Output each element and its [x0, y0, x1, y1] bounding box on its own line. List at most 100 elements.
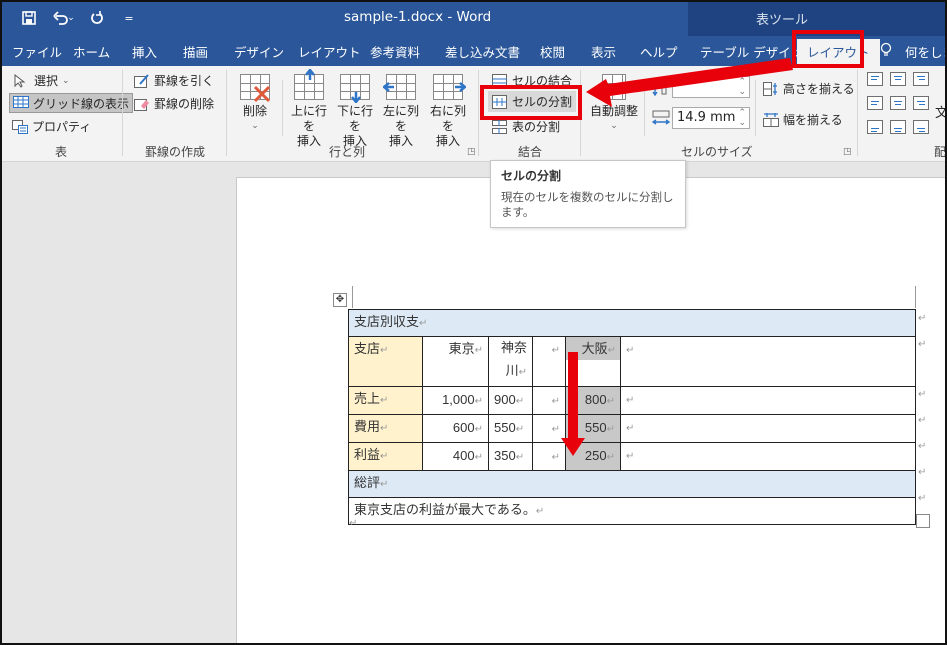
table-cell[interactable]: 利益↵ [348, 442, 423, 471]
table-cell[interactable]: 支店↵ [348, 336, 423, 387]
distribute-columns-button[interactable]: 幅を揃える [763, 111, 843, 128]
table-cell[interactable]: 東京支店の利益が最大である。↵ [348, 497, 916, 525]
summary-label-row: 総評↵ [348, 470, 916, 498]
delete-button[interactable]: 削除 ⌄ [238, 74, 272, 134]
table-cell[interactable]: ↵ [532, 336, 566, 387]
align-middle-left-icon[interactable] [867, 96, 883, 110]
spinner-arrows-icon[interactable]: ⌃ ⌄ [738, 77, 746, 97]
chevron-down-icon: ⌄ [251, 121, 259, 131]
tab-table-design[interactable]: テーブル デザイン [700, 42, 803, 61]
tell-me-search[interactable]: 何をしま [905, 42, 947, 61]
align-middle-center-icon[interactable] [890, 96, 906, 110]
table-cell-selected[interactable]: 550↵ [565, 414, 621, 443]
tab-design[interactable]: デザイン [234, 42, 284, 61]
tab-file[interactable]: ファイル [12, 42, 62, 61]
header-osaka: 大阪 [581, 342, 608, 357]
properties-button[interactable]: プロパティ [12, 118, 91, 135]
table-cell[interactable]: 550↵ [488, 414, 533, 443]
cell-value: 550 [584, 420, 607, 435]
tab-layout[interactable]: レイアウト [298, 42, 361, 61]
tab-draw[interactable]: 描画 [183, 42, 208, 61]
paragraph-mark: ↵ [515, 424, 525, 435]
insert-right-button[interactable]: 右に列を 挿入 [426, 74, 470, 149]
table-cell[interactable]: 東京↵ [422, 336, 489, 387]
tab-home[interactable]: ホーム [73, 42, 110, 61]
table-cell[interactable]: 総評↵ [348, 470, 916, 498]
cell-value: 400 [452, 448, 475, 463]
tab-insert[interactable]: 挿入 [132, 42, 157, 61]
undo-dropdown-icon[interactable]: ⌄ [66, 8, 76, 28]
table-cell[interactable]: ↵ [620, 414, 916, 443]
paragraph-mark: ↵ [515, 396, 525, 407]
align-bottom-right-icon[interactable] [913, 120, 929, 134]
align-top-center-icon[interactable] [890, 72, 906, 86]
split-table-icon [492, 119, 508, 134]
table-cell[interactable]: 神奈川↵ [488, 336, 533, 387]
table-cell[interactable]: 費用↵ [348, 414, 423, 443]
table-cell-selected[interactable]: 800↵ [565, 386, 621, 415]
split-table-button[interactable]: 表の分割 [492, 118, 560, 135]
table-resize-handle[interactable] [916, 514, 930, 528]
align-top-left-icon[interactable] [867, 72, 883, 86]
tab-view[interactable]: 表示 [591, 42, 616, 61]
select-button[interactable]: 選択 ⌄ [14, 72, 70, 89]
tab-review[interactable]: 校閲 [540, 42, 565, 61]
paragraph-mark: ↵ [380, 345, 389, 356]
draw-table-button[interactable]: 罫線を引く [134, 72, 214, 89]
redo-icon[interactable] [86, 8, 108, 28]
distribute-rows-button[interactable]: 高さを揃える [763, 80, 855, 97]
column-width-icon [651, 110, 671, 129]
save-icon[interactable] [18, 8, 40, 28]
insert-above-label-line2: 挿入 [296, 134, 321, 148]
table-cell[interactable]: ↵ [620, 442, 916, 471]
cell-value: 600 [452, 420, 475, 435]
cell-value: 350 [494, 448, 516, 463]
table-cell[interactable]: 900↵ [488, 386, 533, 415]
cell-size-dialog-launcher-icon[interactable]: ◳ [843, 147, 852, 157]
text-direction-button[interactable]: 文 [935, 102, 947, 121]
eraser-icon [134, 97, 150, 111]
draw-table-label: 罫線を引く [154, 74, 215, 88]
end-of-row-mark: ↵ [918, 339, 927, 350]
delete-table-icon [240, 74, 271, 103]
row-height-input[interactable]: ⌃ ⌄ [672, 76, 750, 98]
table-cell-selected[interactable]: 250↵ [565, 442, 621, 471]
table-cell[interactable]: ↵ [532, 386, 566, 415]
column-width-input[interactable]: 14.9 mm ⌃ ⌄ [672, 107, 750, 129]
tab-help[interactable]: ヘルプ [640, 42, 678, 61]
align-bottom-center-icon[interactable] [890, 120, 906, 134]
insert-left-button[interactable]: 左に列を 挿入 [379, 74, 423, 149]
autofit-button[interactable]: 自動調整 ⌄ [588, 74, 640, 134]
align-top-right-icon[interactable] [913, 72, 929, 86]
table-cell[interactable]: ↵ [532, 414, 566, 443]
end-of-row-mark: ↵ [918, 467, 927, 478]
table-cell[interactable]: 350↵ [488, 442, 533, 471]
table-cell[interactable]: 支店別収支↵ [348, 309, 916, 337]
paragraph-mark: ↵ [606, 396, 615, 407]
table-cell[interactable]: ↵ [532, 442, 566, 471]
view-gridlines-button[interactable]: グリッド線の表示 [9, 93, 134, 113]
rows-columns-dialog-launcher-icon[interactable]: ◳ [467, 147, 476, 157]
insert-row-above-icon [294, 69, 324, 100]
table-cell[interactable]: 売上↵ [348, 386, 423, 415]
spinner-arrows-icon[interactable]: ⌃ ⌄ [738, 108, 746, 128]
table-cell[interactable]: 600↵ [422, 414, 489, 443]
customize-qat-icon[interactable]: = [118, 8, 140, 28]
paragraph-mark: ↵ [349, 518, 358, 529]
insert-left-label-line1: 左に列を [382, 104, 419, 133]
table-cell[interactable]: 1,000↵ [422, 386, 489, 415]
tab-mailings[interactable]: 差し込み文書 [445, 42, 520, 61]
lightbulb-icon[interactable] [880, 42, 894, 61]
table-cell[interactable]: ↵ [620, 386, 916, 415]
table-cell[interactable]: ↵ [620, 336, 916, 387]
branch-income-table[interactable]: 支店別収支↵ 支店↵ 東京↵ 神奈川↵ ↵ 大阪↵ ↵ 売上↵ 1,000↵ 9… [348, 309, 916, 525]
tab-references[interactable]: 参考資料 [370, 42, 420, 61]
eraser-button[interactable]: 罫線の削除 [134, 95, 214, 112]
insert-above-button[interactable]: 上に行を 挿入 [287, 69, 331, 149]
table-cell[interactable]: 400↵ [422, 442, 489, 471]
table-move-handle[interactable]: ✥ [333, 293, 347, 307]
align-middle-right-icon[interactable] [913, 96, 929, 110]
align-bottom-left-icon[interactable] [867, 120, 883, 134]
insert-below-button[interactable]: 下に行を 挿入 [333, 74, 377, 149]
table-cell-selected[interactable]: 大阪↵ [565, 336, 621, 387]
